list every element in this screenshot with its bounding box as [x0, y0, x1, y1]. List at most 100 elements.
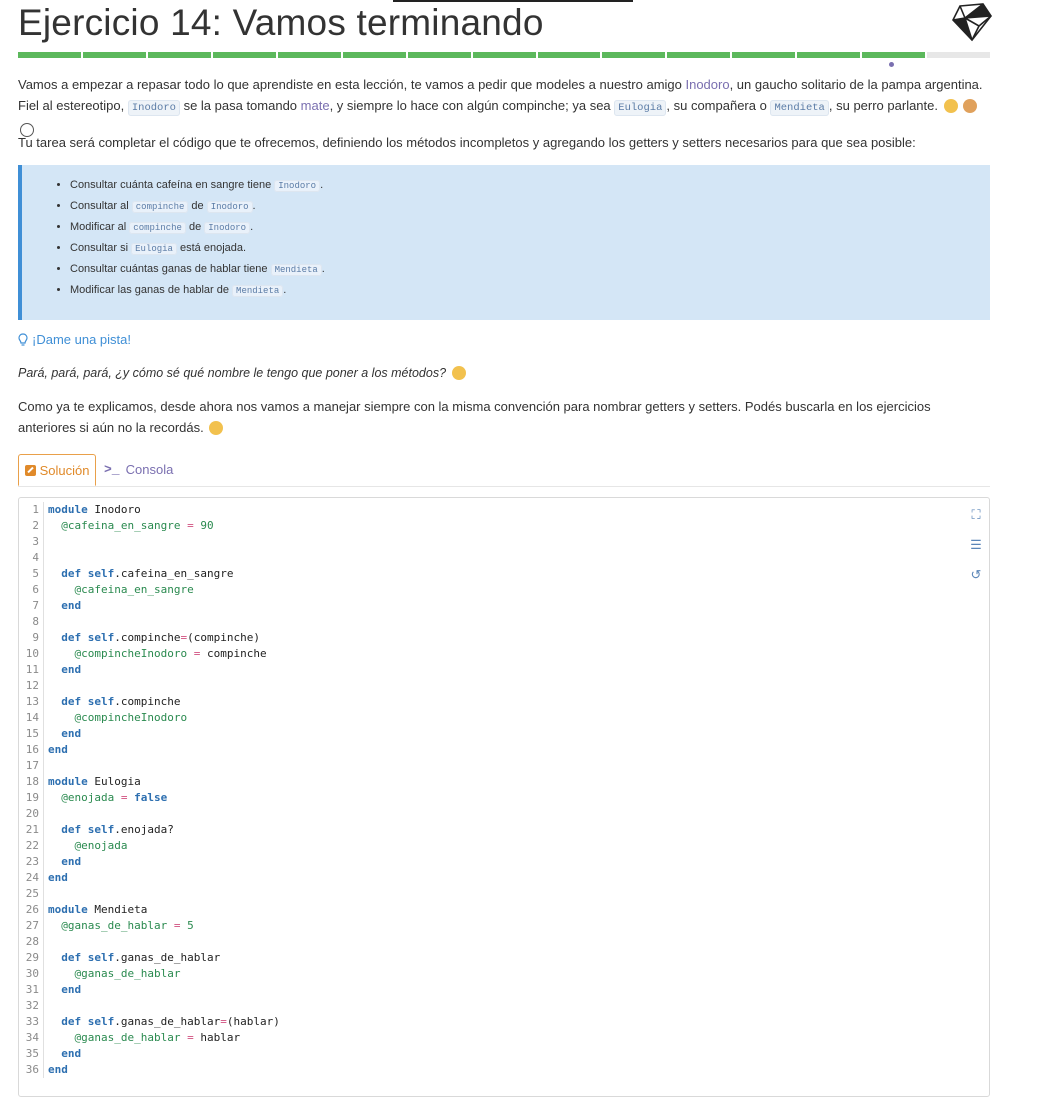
code-line[interactable]: 1 module Inodoro [19, 502, 280, 518]
progress-segment[interactable] [277, 52, 341, 58]
code-line[interactable]: 26 module Mendieta [19, 902, 280, 918]
code-text[interactable]: end [44, 1046, 81, 1062]
code-line[interactable]: 28 [19, 934, 280, 950]
tab-solution[interactable]: Solución [18, 454, 96, 486]
code-line[interactable]: 11 end [19, 662, 280, 678]
progress-segment[interactable] [472, 52, 536, 58]
code-line[interactable]: 6 @cafeina_en_sangre [19, 582, 280, 598]
code-text[interactable]: end [44, 726, 81, 742]
progress-segment[interactable] [862, 52, 926, 58]
mate-link[interactable]: mate [301, 98, 330, 113]
code-text[interactable]: end [44, 662, 81, 678]
code-line[interactable]: 15 end [19, 726, 280, 742]
code-line[interactable]: 4 [19, 550, 280, 566]
code-line[interactable]: 20 [19, 806, 280, 822]
code-line[interactable]: 23 end [19, 854, 280, 870]
code-line[interactable]: 25 [19, 886, 280, 902]
hint-toggle[interactable]: ¡Dame una pista! [18, 329, 131, 350]
progress-segment[interactable] [927, 52, 991, 58]
inline-code: Inodoro [274, 180, 321, 192]
progress-segment[interactable] [602, 52, 666, 58]
code-text[interactable]: end [44, 598, 81, 614]
code-line[interactable]: 27 @ganas_de_hablar = 5 [19, 918, 280, 934]
code-text[interactable] [44, 534, 48, 550]
requirement-item: Consultar cuántas ganas de hablar tiene … [70, 259, 990, 280]
code-line[interactable]: 30 @ganas_de_hablar [19, 966, 280, 982]
progress-segment[interactable] [537, 52, 601, 58]
code-line[interactable]: 36 end [19, 1062, 280, 1078]
code-text[interactable] [44, 886, 48, 902]
code-text[interactable]: module Inodoro [44, 502, 141, 518]
code-line[interactable]: 34 @ganas_de_hablar = hablar [19, 1030, 280, 1046]
code-text[interactable]: end [44, 870, 68, 886]
code-line[interactable]: 5 def self.cafeina_en_sangre [19, 566, 280, 582]
code-text[interactable]: def self.ganas_de_hablar=(hablar) [44, 1014, 280, 1030]
code-text[interactable]: end [44, 854, 81, 870]
progress-segment[interactable] [407, 52, 471, 58]
code-line[interactable]: 31 end [19, 982, 280, 998]
progress-segment[interactable] [18, 52, 81, 58]
indent-icon[interactable]: ☰ [969, 538, 983, 552]
code-line[interactable]: 9 def self.compinche=(compinche) [19, 630, 280, 646]
progress-segment[interactable] [797, 52, 861, 58]
code-text[interactable]: module Mendieta [44, 902, 147, 918]
code-text[interactable]: @enojada [44, 838, 128, 854]
code-text[interactable]: end [44, 1062, 68, 1078]
code-line[interactable]: 14 @compincheInodoro [19, 710, 280, 726]
code-line[interactable]: 33 def self.ganas_de_hablar=(hablar) [19, 1014, 280, 1030]
code-line[interactable]: 13 def self.compinche [19, 694, 280, 710]
code-lines[interactable]: 1 module Inodoro 2 @cafeina_en_sangre = 90… [19, 502, 280, 1078]
code-text[interactable]: @cafeina_en_sangre [44, 582, 194, 598]
code-line[interactable]: 3 [19, 534, 280, 550]
code-line[interactable]: 18 module Eulogia [19, 774, 280, 790]
inodoro-link[interactable]: Inodoro [685, 77, 729, 92]
code-line[interactable]: 29 def self.ganas_de_hablar [19, 950, 280, 966]
code-text[interactable]: @enojada = false [44, 790, 167, 806]
code-text[interactable]: def self.compinche [44, 694, 180, 710]
code-text[interactable]: def self.ganas_de_hablar [44, 950, 220, 966]
code-text[interactable]: @ganas_de_hablar [44, 966, 181, 982]
code-line[interactable]: 16 end [19, 742, 280, 758]
code-line[interactable]: 2 @cafeina_en_sangre = 90 [19, 518, 280, 534]
code-editor[interactable]: 1 module Inodoro 2 @cafeina_en_sangre = 90… [18, 497, 990, 1097]
code-line[interactable]: 8 [19, 614, 280, 630]
code-text[interactable]: def self.compinche=(compinche) [44, 630, 260, 646]
code-line[interactable]: 19 @enojada = false [19, 790, 280, 806]
progress-segment[interactable] [342, 52, 406, 58]
code-line[interactable]: 21 def self.enojada? [19, 822, 280, 838]
progress-segment[interactable] [732, 52, 796, 58]
code-text[interactable]: end [44, 742, 68, 758]
code-text[interactable] [44, 998, 48, 1014]
code-text[interactable]: @ganas_de_hablar = hablar [44, 1030, 241, 1046]
code-text[interactable]: def self.enojada? [44, 822, 174, 838]
code-text[interactable]: def self.cafeina_en_sangre [44, 566, 233, 582]
code-text[interactable] [44, 678, 48, 694]
progress-segment[interactable] [82, 52, 146, 58]
code-text[interactable]: end [44, 982, 81, 998]
code-text[interactable] [44, 806, 48, 822]
code-text[interactable] [44, 758, 48, 774]
code-line[interactable]: 7 end [19, 598, 280, 614]
code-text[interactable] [44, 550, 48, 566]
code-text[interactable]: @cafeina_en_sangre = 90 [44, 518, 213, 534]
progress-segment[interactable] [147, 52, 211, 58]
code-text[interactable] [44, 614, 48, 630]
code-line[interactable]: 24 end [19, 870, 280, 886]
code-line[interactable]: 35 end [19, 1046, 280, 1062]
code-line[interactable]: 12 [19, 678, 280, 694]
code-text[interactable]: module Eulogia [44, 774, 141, 790]
code-line[interactable]: 22 @enojada [19, 838, 280, 854]
hint-label[interactable]: ¡Dame una pista! [32, 329, 131, 350]
code-line[interactable]: 17 [19, 758, 280, 774]
tab-console[interactable]: >_ Consola [104, 454, 173, 484]
code-line[interactable]: 10 @compincheInodoro = compinche [19, 646, 280, 662]
code-text[interactable]: @compincheInodoro [44, 710, 188, 726]
code-line[interactable]: 32 [19, 998, 280, 1014]
reset-icon[interactable]: ↺ [969, 568, 983, 582]
code-text[interactable]: @ganas_de_hablar = 5 [44, 918, 193, 934]
code-text[interactable]: @compincheInodoro = compinche [44, 646, 267, 662]
progress-segment[interactable] [667, 52, 731, 58]
progress-segment[interactable] [212, 52, 276, 58]
code-text[interactable] [44, 934, 48, 950]
fullscreen-icon[interactable]: ⛶ [969, 508, 983, 522]
